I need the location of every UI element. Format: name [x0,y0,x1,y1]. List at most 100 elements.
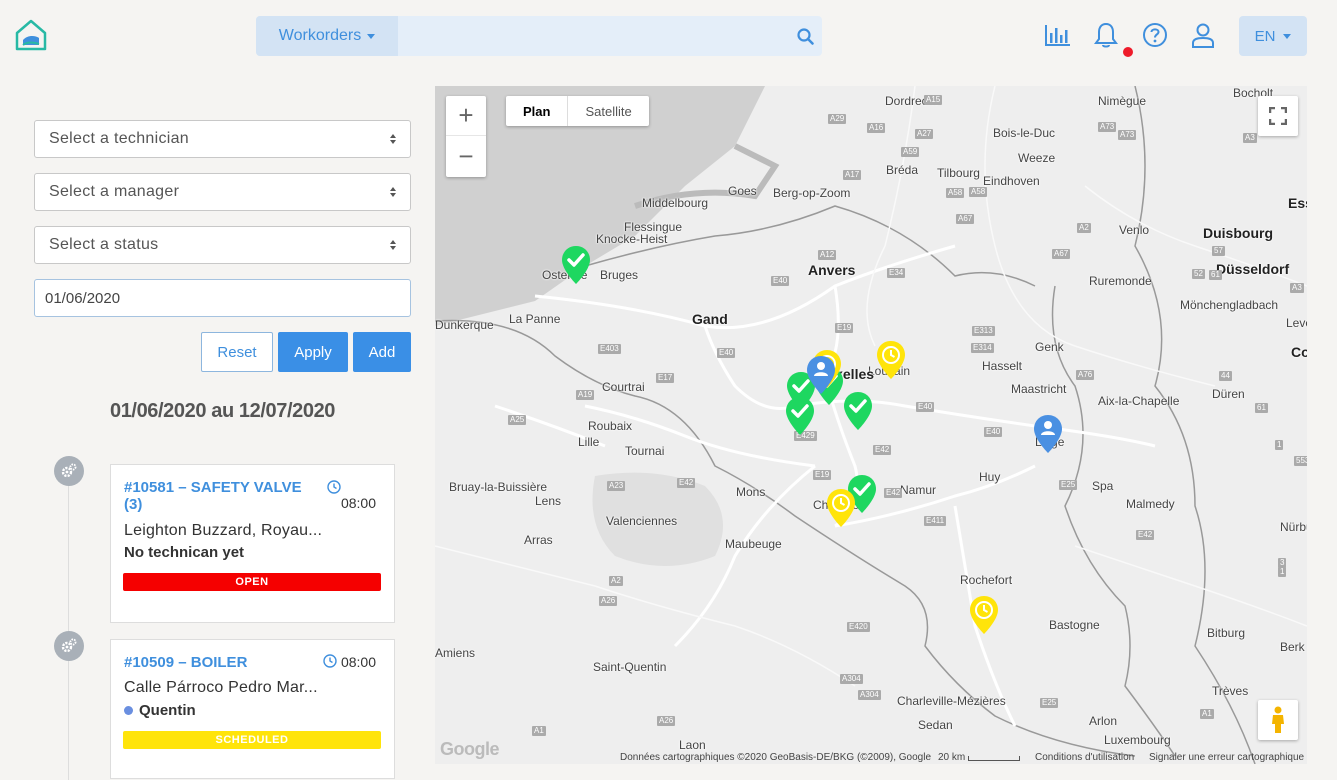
map-road-label: A3 [1290,283,1304,293]
language-dropdown[interactable]: EN [1239,16,1307,56]
map-terms-link[interactable]: Conditions d'utilisation [1035,752,1134,763]
map-marker-user[interactable] [1032,413,1064,455]
fullscreen-button[interactable] [1258,96,1298,136]
map-city-label: Trèves [1212,684,1249,698]
top-bar: Workorders EN [0,0,1337,72]
map-marker-pending[interactable] [875,339,907,381]
manager-select-label: Select a manager [49,183,180,200]
search-bar: Workorders [256,16,822,56]
map-road-label: A67 [956,214,975,224]
map-city-label: Eindhoven [983,174,1040,188]
map-road-label: A3 [1243,133,1257,143]
map-marker-done[interactable] [784,395,816,437]
workorder-address: Calle Párroco Pedro Mar... [124,679,318,696]
search-type-label: Workorders [278,27,362,44]
manager-select[interactable]: Select a manager [34,173,411,211]
map-marker-pending[interactable] [825,487,857,529]
map-city-label: Ruremonde [1089,274,1152,288]
status-select[interactable]: Select a status [34,226,411,264]
workorder-title[interactable]: #10509 – BOILER [124,654,304,671]
search-input[interactable] [398,16,788,56]
map-city-label: Huy [979,470,1001,484]
map-marker-user[interactable] [805,354,837,396]
map-city-label: Mons [736,485,766,499]
map-city-label: Düren [1212,387,1245,401]
workorder-technician: No technican yet [124,544,244,561]
map-marker-pending[interactable] [968,594,1000,636]
street-view-button[interactable] [1258,700,1298,740]
apply-button[interactable]: Apply [278,332,348,372]
map-city-label: Namur [900,483,937,497]
stats-button[interactable] [1044,20,1072,50]
map-city-label: Saint-Quentin [593,660,667,674]
timeline-gears-icon [54,631,84,661]
map-city-label: Amiens [435,646,476,660]
map-city-label: Arlon [1089,714,1118,728]
map-road-label: A58 [969,187,988,197]
search-button[interactable] [788,16,822,56]
map-city-label: Lille [578,435,600,449]
map-city-label: Bastogne [1049,618,1100,632]
notifications-button[interactable] [1092,20,1120,50]
map-road-label: A26 [657,716,676,726]
map-city-label: Duisbourg [1203,225,1273,241]
technician-select[interactable]: Select a technician [34,120,411,158]
search-icon [796,27,814,45]
map-road-label: A29 [828,114,847,124]
workorder-title[interactable]: #10581 – SAFETY VALVE (3) [124,479,324,513]
map-report-link[interactable]: Signaler une erreur cartographique [1149,752,1304,763]
workorder-time: 08:00 [340,654,376,670]
map-road-label: E19 [813,470,832,480]
clock-icon [327,480,341,494]
map-road-label: A15 [924,95,943,105]
map-marker-done[interactable] [560,244,592,286]
logo-house-icon[interactable] [14,18,48,52]
reset-button[interactable]: Reset [201,332,273,372]
map-road-label: E313 [972,326,995,336]
map-road-label: E17 [656,373,675,383]
select-arrows-icon [390,187,396,197]
search-type-dropdown[interactable]: Workorders [256,16,398,56]
workorder-time: 08:00 [340,495,376,511]
map-city-label: Courtrai [602,380,645,394]
date-range-title: 01/06/2020 au 12/07/2020 [109,400,336,422]
map[interactable]: Dordrecht Nimègue Bocholt Bois-le-Duc Middel… [435,86,1307,764]
map-road-label: E19 [835,323,854,333]
profile-button[interactable] [1189,20,1217,50]
map-city-label: Spa [1092,479,1114,493]
map-road-label: E42 [1136,530,1155,540]
help-button[interactable] [1141,20,1169,50]
map-road-label: E411 [924,516,947,526]
zoom-out-button[interactable]: − [446,136,486,176]
date-input[interactable]: 01/06/2020 [34,279,411,317]
map-road-label: E34 [887,268,906,278]
zoom-in-button[interactable]: + [446,96,486,136]
map-city-label: Bruay-la-Buissière [449,480,548,494]
map-city-label: Venlo [1119,223,1150,237]
map-city-label: Lever [1286,316,1307,330]
map-road-label: A25 [508,415,527,425]
technician-name: No technican yet [124,544,245,561]
map-type-satellite-button[interactable]: Satellite [568,96,648,126]
map-marker-done[interactable] [842,390,874,432]
map-city-label: Lens [535,494,562,508]
map-scale-bar [968,756,1020,761]
map-city-label: Charleville-Mézières [897,694,1006,708]
map-road-label: A76 [1076,370,1095,380]
map-road-label: E42 [884,488,903,498]
map-type-plan-button[interactable]: Plan [506,96,569,126]
map-road-label: A73 [1118,130,1137,140]
add-button[interactable]: Add [353,332,411,372]
map-road-label: A17 [843,170,862,180]
workorder-card[interactable]: #10581 – SAFETY VALVE (3) 08:00 Leighton… [110,464,395,623]
technician-color-dot [124,706,133,715]
workorder-card[interactable]: #10509 – BOILER 08:00 Calle Párroco Pedr… [110,639,395,779]
caret-down-icon [1283,33,1292,39]
map-road-label: 61 [1209,270,1222,280]
map-road-label: E42 [677,478,696,488]
map-road-label: 553 [1294,456,1307,466]
status-badge: SCHEDULED [123,731,381,749]
map-city-label: Knocke-Heist [596,232,668,246]
map-city-label: Dunkerque [435,318,494,332]
language-label: EN [1254,27,1276,45]
